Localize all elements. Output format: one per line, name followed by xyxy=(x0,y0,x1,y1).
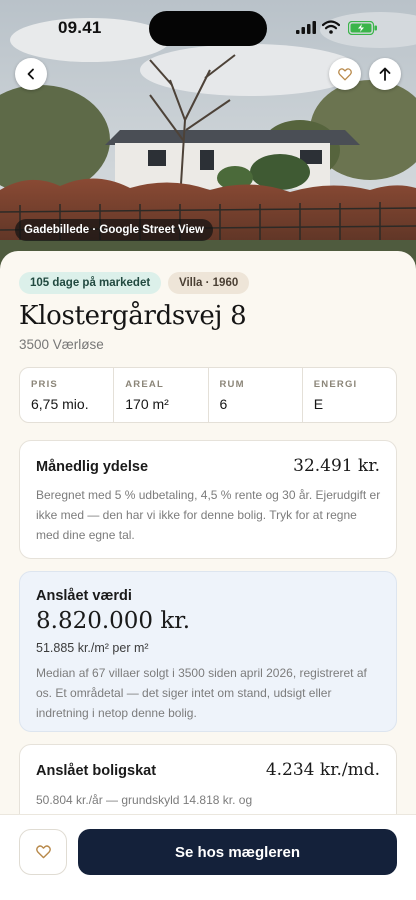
photo-caption: Gadebillede · Google Street View xyxy=(15,219,214,241)
save-favorite-button[interactable] xyxy=(19,829,67,875)
fact-value: E xyxy=(313,396,324,412)
chevron-left-icon xyxy=(27,68,34,80)
address-title: Klostergårdsvej 8 xyxy=(19,301,247,331)
monthly-payment-note: Beregnet med 5 % udbetaling, 4,5 % rente… xyxy=(36,488,381,542)
estimated-value-amount: 8.820.000 kr. xyxy=(36,608,191,634)
signal-icon xyxy=(296,21,316,34)
property-tax-title: Anslået boligskat xyxy=(36,763,157,779)
fact-label: RUM xyxy=(219,379,245,390)
arrow-up-icon xyxy=(379,67,391,81)
monthly-payment-amount: 32.491 kr. xyxy=(293,456,380,476)
heart-icon xyxy=(35,845,51,859)
see-at-agent-button[interactable]: Se hos mægleren xyxy=(78,829,397,875)
price-per-sqm: 51.885 kr./m² per m² xyxy=(36,641,149,655)
fact-value: 6,75 mio. xyxy=(31,396,89,412)
favorite-button[interactable] xyxy=(329,58,361,90)
key-facts: PRIS 6,75 mio. AREAL 170 m² RUM 6 ENERGI… xyxy=(19,367,397,423)
fact-label: AREAL xyxy=(125,379,164,390)
city-label: 3500 Værløse xyxy=(19,337,104,352)
bottom-action-bar: Se hos mægleren xyxy=(0,814,416,900)
status-time: 09.41 xyxy=(58,18,102,37)
monthly-payment-title: Månedlig ydelse xyxy=(36,459,149,475)
battery-icon xyxy=(348,21,377,35)
heart-icon xyxy=(338,67,352,80)
fact-area: AREAL 170 m² xyxy=(114,368,209,422)
fact-label: ENERGI xyxy=(313,379,358,390)
fact-value: 170 m² xyxy=(125,396,169,412)
estimated-value-title: Anslået værdi xyxy=(36,588,132,604)
fact-energy: ENERGI E xyxy=(303,368,396,422)
fact-label: PRIS xyxy=(31,379,58,390)
monthly-payment-card[interactable]: Månedlig ydelse 32.491 kr. Beregnet med … xyxy=(19,440,397,559)
fact-value: 6 xyxy=(219,396,228,412)
share-button[interactable] xyxy=(369,58,401,90)
fact-rooms: RUM 6 xyxy=(209,368,303,422)
wifi-icon xyxy=(322,20,340,34)
property-tax-amount: 4.234 kr./md. xyxy=(265,760,380,780)
property-tax-note: 50.804 kr./år — grundskyld 14.818 kr. og xyxy=(36,793,253,807)
hero-photo[interactable]: 09.41 Gadebillede · Google Street View xyxy=(0,0,416,270)
property-type-badge: Villa · 1960 xyxy=(168,272,250,294)
fact-price: PRIS 6,75 mio. xyxy=(20,368,115,422)
status-bar: 09.41 xyxy=(0,0,416,56)
estimated-value-card: Anslået værdi 8.820.000 kr. 51.885 kr./m… xyxy=(19,571,397,732)
estimated-value-note: Median af 67 villaer solgt i 3500 siden … xyxy=(36,666,367,720)
days-on-market-badge: 105 dage på markedet xyxy=(19,272,162,294)
dynamic-island xyxy=(149,11,267,46)
back-button[interactable] xyxy=(15,58,47,90)
